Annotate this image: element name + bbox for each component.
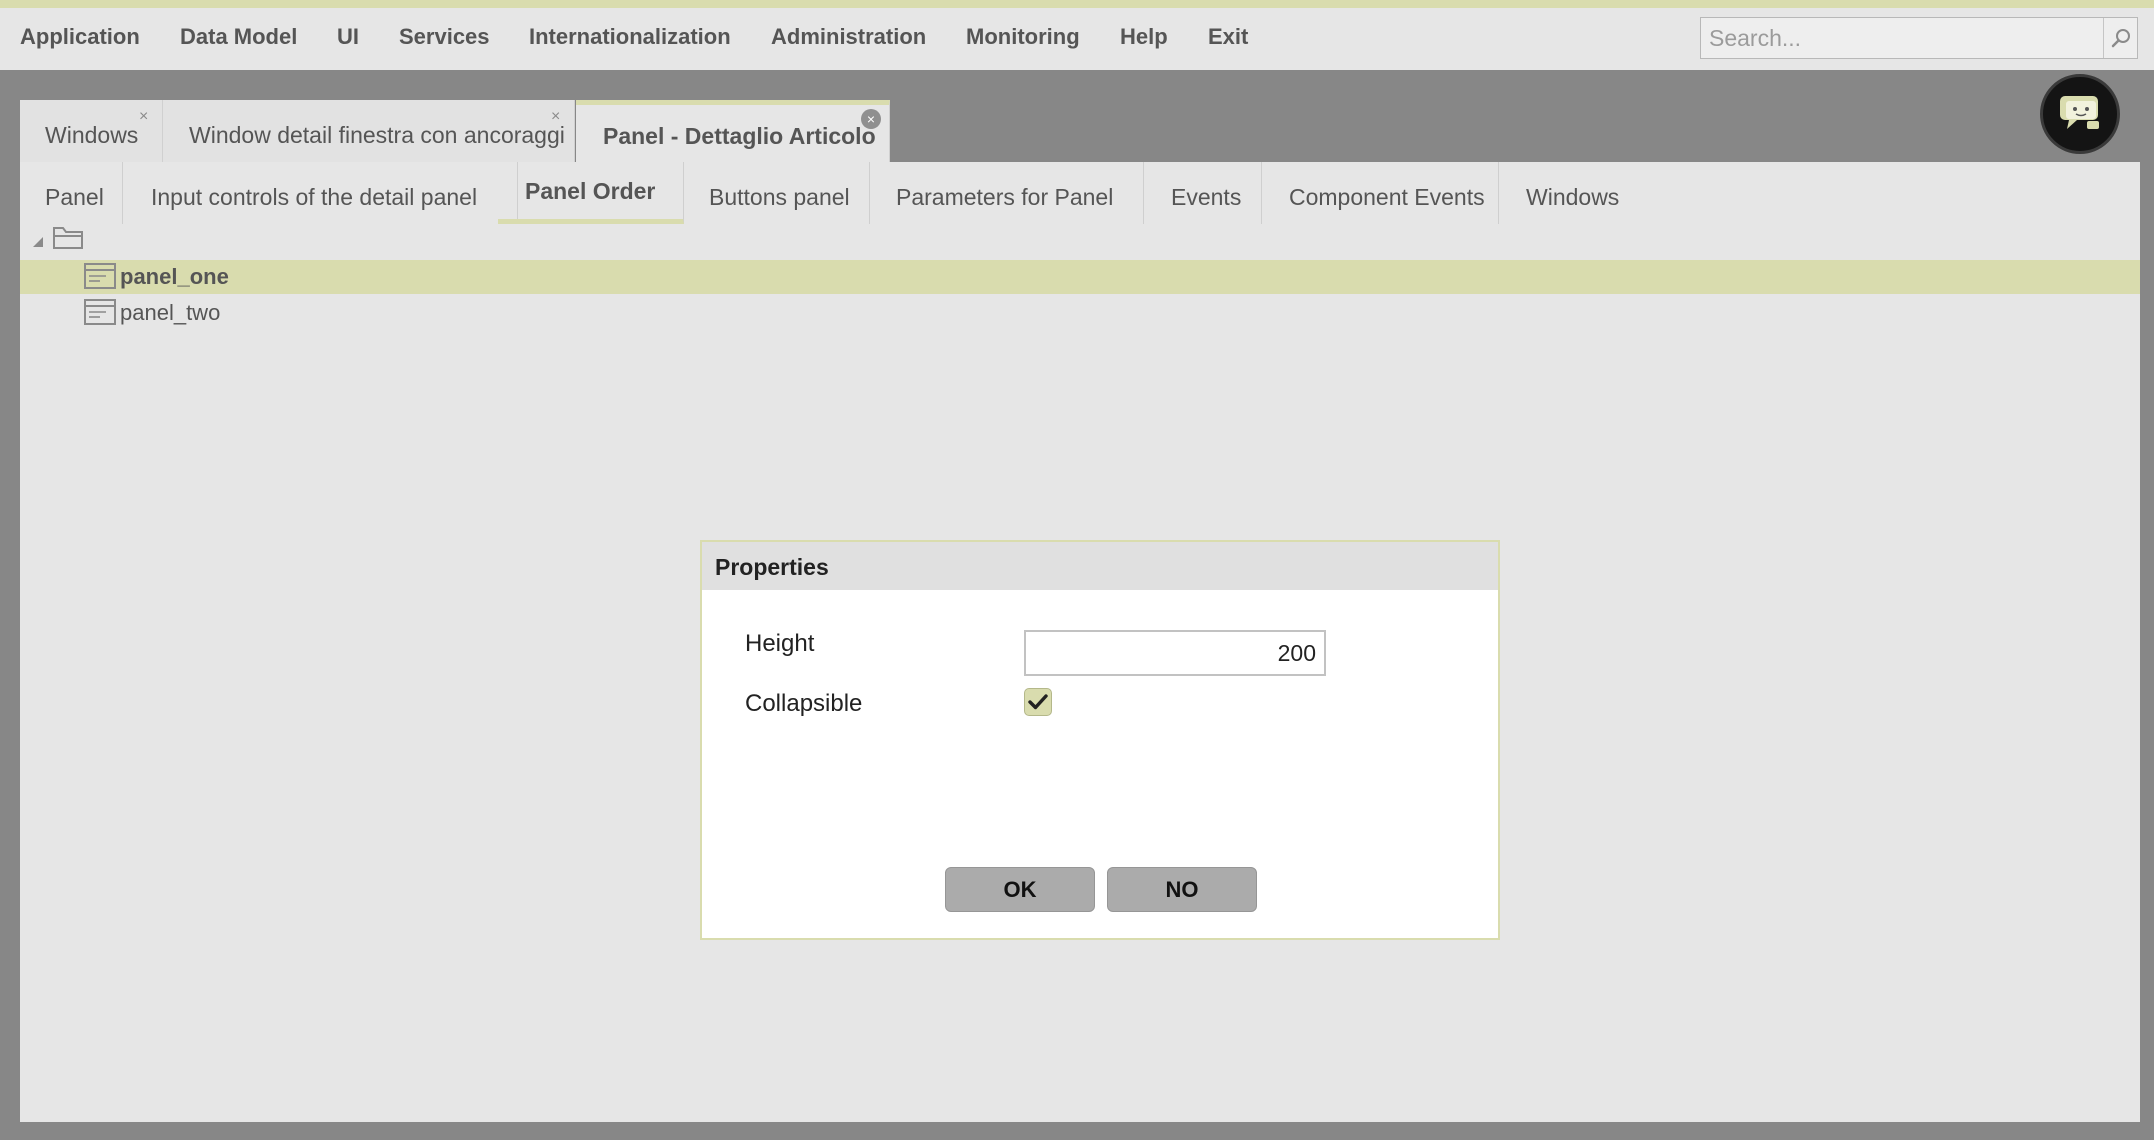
ok-button[interactable]: OK (945, 867, 1095, 912)
chat-assistant-button[interactable] (2040, 74, 2120, 154)
menu-exit[interactable]: Exit (1208, 24, 1248, 50)
collapsible-checkbox[interactable] (1024, 688, 1052, 716)
chat-assistant-icon (2060, 96, 2099, 129)
menu-administration[interactable]: Administration (771, 24, 926, 50)
top-accent-strip (0, 0, 2154, 8)
tree-item-label: panel_two (120, 300, 221, 325)
tab-label: Windows (1526, 184, 1620, 210)
folder-icon (53, 227, 83, 249)
window-tab-window-detail[interactable]: Window detail finestra con ancoraggi × (163, 100, 575, 162)
tab-buttons-panel[interactable]: Buttons panel (684, 162, 870, 224)
main-menu-bar: Application Data Model UI Services Inter… (0, 8, 2154, 70)
tab-events[interactable]: Events (1144, 162, 1262, 224)
properties-dialog: Properties Height Collapsible OK NO (700, 540, 1500, 940)
tree-item-label: panel_one (120, 264, 229, 289)
window-tab-windows[interactable]: Windows × (20, 100, 163, 162)
menu-data-model[interactable]: Data Model (180, 24, 297, 50)
dialog-header: Properties (702, 542, 1498, 590)
search-input[interactable] (1701, 18, 2105, 58)
height-input[interactable] (1024, 630, 1326, 676)
search-box (1700, 17, 2138, 59)
menu-internationalization[interactable]: Internationalization (529, 24, 731, 50)
tab-parameters-for-panel[interactable]: Parameters for Panel (870, 162, 1144, 224)
tab-label: Parameters for Panel (896, 184, 1114, 210)
close-icon[interactable]: × (861, 109, 881, 129)
tab-component-events[interactable]: Component Events (1262, 162, 1499, 224)
close-icon[interactable]: × (551, 108, 560, 126)
no-button[interactable]: NO (1107, 867, 1257, 912)
search-icon (2111, 29, 2130, 48)
menu-help[interactable]: Help (1120, 24, 1168, 50)
collapsible-label: Collapsible (745, 690, 863, 717)
close-icon[interactable]: × (139, 108, 148, 126)
window-tab-label: Windows (45, 122, 139, 148)
window-tab-label: Panel - Dettaglio Articolo (603, 123, 876, 149)
dialog-title: Properties (715, 554, 829, 580)
checkmark-icon (1028, 694, 1048, 710)
window-tab-panel-dettaglio[interactable]: Panel - Dettaglio Articolo × (576, 100, 890, 162)
tab-label: Component Events (1289, 184, 1485, 210)
menu-ui[interactable]: UI (337, 24, 359, 50)
tab-panel[interactable]: Panel (20, 162, 123, 224)
menu-services[interactable]: Services (399, 24, 490, 50)
panel-icon (84, 263, 116, 289)
tab-label: Buttons panel (709, 184, 850, 210)
detail-content-area: Panel Input controls of the detail panel… (20, 162, 2140, 1122)
panel-icon (84, 299, 116, 325)
tab-input-controls[interactable]: Input controls of the detail panel (123, 162, 518, 224)
tab-label: Panel (45, 184, 104, 210)
tree-item[interactable]: panel_one (20, 260, 2140, 294)
menu-monitoring[interactable]: Monitoring (966, 24, 1080, 50)
tree-item[interactable]: panel_two (20, 296, 2140, 330)
tab-label: Input controls of the detail panel (151, 184, 478, 210)
search-button[interactable] (2103, 18, 2137, 58)
tab-label: Events (1171, 184, 1242, 210)
tab-panel-order[interactable]: Panel Order (498, 162, 684, 224)
window-tab-label: Window detail finestra con ancoraggi (189, 122, 565, 148)
height-label: Height (745, 630, 815, 657)
tab-label: Panel Order (525, 178, 656, 204)
menu-application[interactable]: Application (20, 24, 140, 50)
tab-windows[interactable]: Windows (1499, 162, 1623, 224)
tree-expand-icon[interactable] (32, 236, 44, 248)
